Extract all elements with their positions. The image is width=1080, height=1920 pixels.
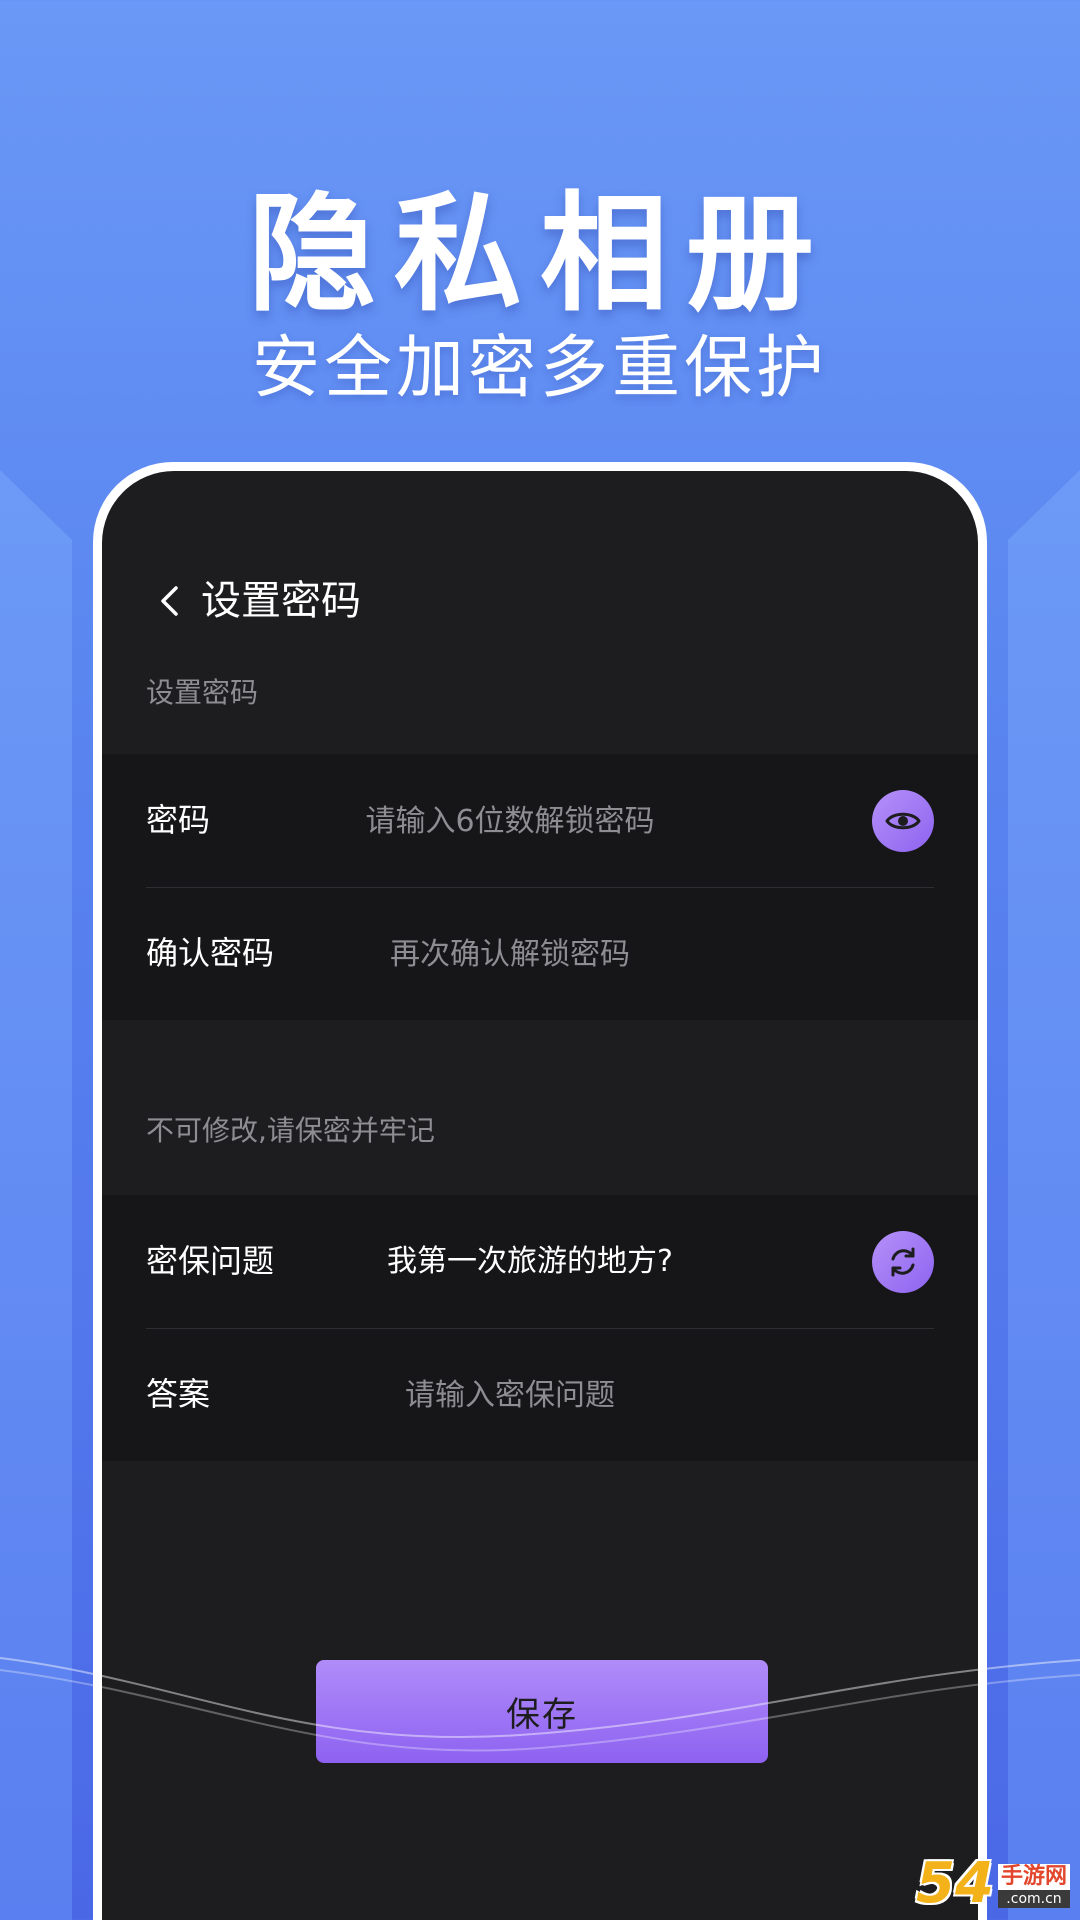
eye-icon — [885, 812, 921, 830]
save-button[interactable]: 保存 — [316, 1660, 768, 1763]
watermark-number: 54 — [916, 1851, 994, 1916]
security-question-row: 密保问题 我第一次旅游的地方? — [102, 1195, 978, 1328]
confirm-password-row: 确认密码 — [102, 887, 978, 1020]
hero-subtitle: 安全加密多重保护 — [251, 329, 828, 408]
background-decor-left — [0, 470, 72, 1920]
phone-screen: 设置密码 设置密码 密码 确认密码 不可修改,请保密并牢记 密保问题 我第一次旅… — [102, 471, 978, 1920]
watermark-url: .com.cn — [997, 1890, 1070, 1908]
watermark-brand: 手游网 — [997, 1864, 1070, 1890]
answer-row: 答案 — [102, 1328, 978, 1461]
security-question-value: 我第一次旅游的地方? — [387, 1244, 673, 1279]
section-label-security: 不可修改,请保密并牢记 — [146, 1114, 435, 1147]
security-group: 密保问题 我第一次旅游的地方? 答案 — [102, 1195, 978, 1461]
phone-frame: 设置密码 设置密码 密码 确认密码 不可修改,请保密并牢记 密保问题 我第一次旅… — [93, 462, 987, 1920]
background-decor-right — [1008, 470, 1080, 1920]
nav-bar: 设置密码 — [102, 561, 978, 641]
password-input[interactable] — [334, 792, 686, 850]
watermark-logo: 54 手游网 .com.cn — [916, 1856, 1070, 1912]
section-label-password: 设置密码 — [146, 676, 259, 709]
password-label: 密码 — [146, 801, 211, 839]
page-title: 设置密码 — [201, 578, 361, 624]
password-group: 密码 确认密码 — [102, 754, 978, 1020]
confirm-password-label: 确认密码 — [146, 934, 275, 972]
chevron-left-icon[interactable] — [152, 583, 188, 619]
confirm-password-input[interactable] — [334, 925, 686, 983]
answer-input[interactable] — [334, 1366, 686, 1424]
refresh-icon — [891, 1247, 915, 1277]
hero-title: 隐私相册 — [247, 180, 832, 329]
refresh-question-button[interactable] — [872, 1231, 934, 1293]
password-row: 密码 — [102, 754, 978, 887]
toggle-password-visibility-button[interactable] — [872, 790, 934, 852]
security-question-label: 密保问题 — [146, 1242, 275, 1280]
answer-label: 答案 — [146, 1375, 211, 1413]
